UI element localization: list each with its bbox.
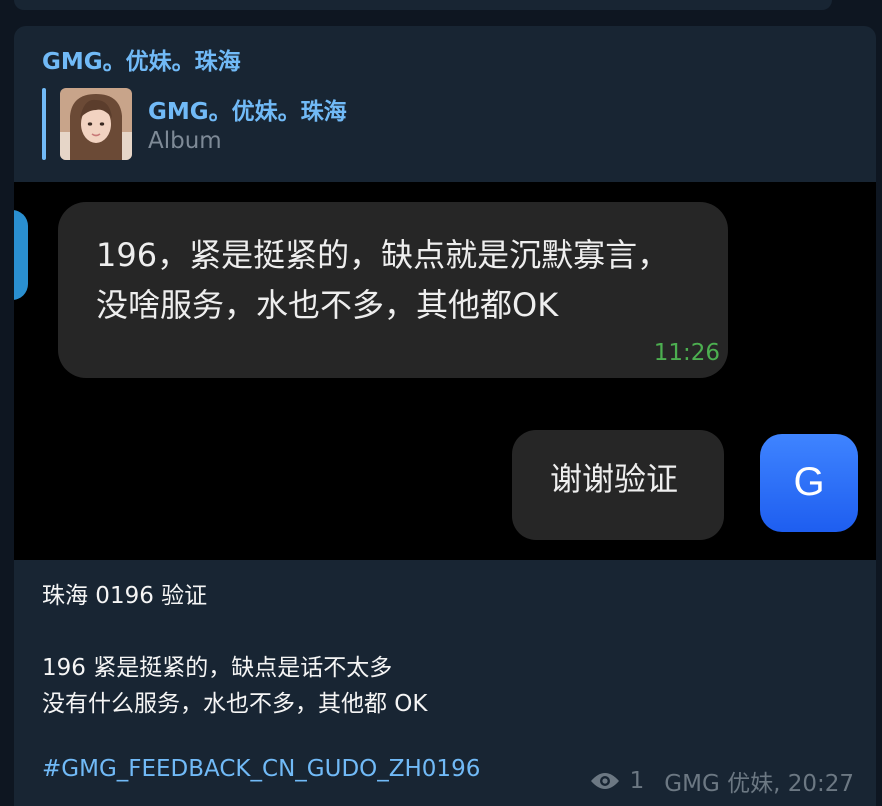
screenshot-incoming-line-2: 没啥服务，水也不多，其他都OK — [96, 286, 559, 324]
author-time: GMG 优妹, 20:27 — [664, 771, 854, 797]
reply-title: GMG。优妹。珠海 — [148, 99, 347, 125]
reply-accent-bar — [42, 88, 46, 160]
cropped-bubble-edge — [14, 210, 28, 300]
hashtag-link[interactable]: #GMG_FEEDBACK_CN_GUDO_ZH0196 — [42, 756, 480, 782]
sender-name[interactable]: GMG。优妹。珠海 — [42, 42, 241, 76]
view-count: 1 — [629, 768, 645, 794]
caption-line-2: 196 紧是挺紧的，缺点是话不太多 — [42, 655, 393, 681]
screenshot-avatar: G — [760, 434, 858, 532]
caption-line-1: 珠海 0196 验证 — [42, 583, 208, 609]
eye-icon — [590, 773, 619, 789]
message-photo[interactable]: 196，紧是挺紧的，缺点就是沉默寡言， 没啥服务，水也不多，其他都OK 11:2… — [14, 182, 876, 560]
message-meta: 1 GMG 优妹, 20:27 — [590, 764, 854, 798]
reply-thumbnail — [60, 88, 132, 160]
screenshot-outgoing-text: 谢谢验证 — [550, 460, 679, 498]
channel-message[interactable]: GMG。优妹。珠海 GMG。优妹。珠海 Album 196，紧是挺紧的，缺点就是… — [14, 26, 876, 806]
screenshot-avatar-letter: G — [793, 460, 825, 504]
caption-line-3: 没有什么服务，水也不多，其他都 OK — [42, 691, 428, 717]
screenshot-incoming-line-1: 196，紧是挺紧的，缺点就是沉默寡言， — [96, 236, 670, 274]
screenshot-outgoing-bubble: 谢谢验证 — [512, 430, 724, 540]
previous-message-bubble — [14, 0, 832, 10]
reply-subtitle: Album — [148, 128, 222, 154]
reply-preview[interactable]: GMG。优妹。珠海 Album — [42, 88, 422, 160]
screenshot-incoming-time: 11:26 — [653, 340, 720, 366]
screenshot-incoming-bubble: 196，紧是挺紧的，缺点就是沉默寡言， 没啥服务，水也不多，其他都OK 11:2… — [58, 202, 728, 378]
